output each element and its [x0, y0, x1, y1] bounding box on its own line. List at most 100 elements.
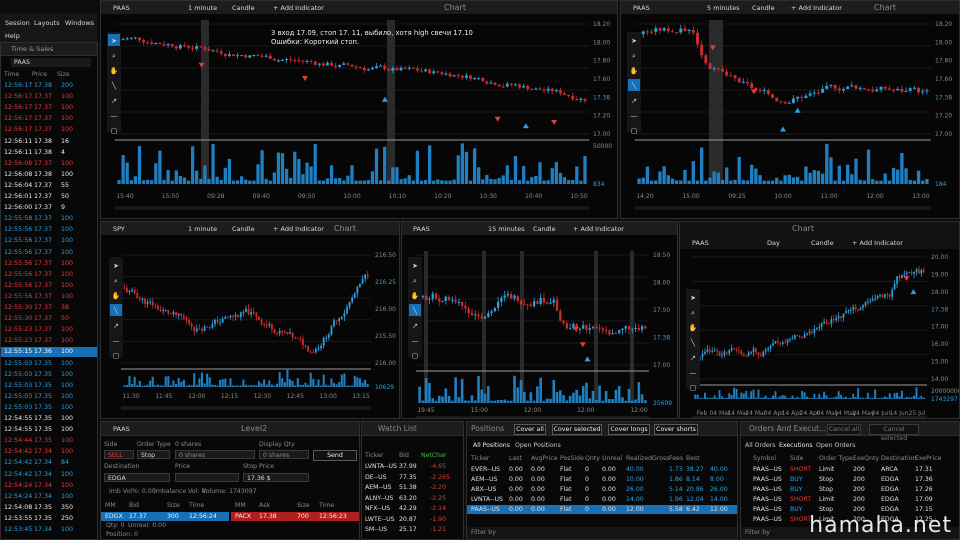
c1-tool-icon[interactable]: ╲: [111, 81, 117, 90]
cover-selected-button[interactable]: Cover selected: [552, 424, 602, 435]
c4-navigator[interactable]: [416, 416, 649, 419]
c5-tool-icon[interactable]: ✋: [689, 323, 698, 332]
c5-navigator[interactable]: [692, 416, 927, 419]
chart-3-canvas[interactable]: 216.50 216.25 216.00 215.50 216.00 10629 11:30…: [101, 235, 400, 419]
tab-open-orders[interactable]: Open Orders: [816, 442, 855, 449]
c2-navigator[interactable]: [635, 206, 931, 210]
chart-3-ticker[interactable]: SPY: [113, 225, 125, 233]
menu-windows[interactable]: Windows: [65, 19, 94, 27]
positions-row[interactable]: EVER--US 0.00 0.00 Flat 0 0.00 40.00 1.73 38.27 4…: [467, 465, 737, 474]
c1-tool-icon[interactable]: ⌕: [112, 52, 116, 60]
watchlist-row[interactable]: DE--US 77.35 -2.265: [362, 473, 463, 483]
watchlist-row[interactable]: AEM--US 51.38 -2.20: [362, 483, 463, 493]
c2-tool-icon[interactable]: ⌕: [632, 52, 636, 60]
chart-5-interval[interactable]: Day: [767, 239, 780, 247]
side-select[interactable]: SELL: [104, 450, 134, 459]
c5-tool-icon[interactable]: ╲: [690, 338, 696, 347]
c5-tool-icon[interactable]: ▢: [690, 384, 697, 392]
positions-filter[interactable]: Filter by: [467, 527, 737, 539]
orders-row[interactable]: PAAS--US BUY Stop 200 EDGA 17.36: [741, 475, 959, 484]
chart-5-add-indicator[interactable]: + Add Indicator: [852, 239, 903, 247]
chart-4-ticker[interactable]: PAAS: [413, 225, 430, 233]
chart-5-ticker[interactable]: PAAS: [692, 239, 709, 247]
watchlist-row[interactable]: LWTE--US 20.87 -1.90: [362, 515, 463, 525]
c3-tool-icon[interactable]: —: [113, 337, 120, 345]
c1-navigator[interactable]: [115, 206, 589, 210]
send-button[interactable]: Send: [313, 450, 357, 461]
cancel-all-button[interactable]: Cancel all: [827, 424, 861, 435]
order-type-select[interactable]: Stop: [137, 450, 170, 459]
display-qty-input[interactable]: 0 shares: [259, 450, 309, 459]
positions-row[interactable]: LVNTA--US 0.00 0.00 Flat 0 0.00 14.00 1.96 12.04…: [467, 495, 737, 504]
chart-1-add-indicator[interactable]: + Add Indicator: [273, 4, 324, 12]
c5-tool-icon[interactable]: —: [690, 369, 697, 377]
c3-tool-icon[interactable]: ▢: [113, 352, 120, 360]
orders-row[interactable]: PAAS--US SHORT Limit 200 EDGA 17.09: [741, 495, 959, 504]
menu-layouts[interactable]: Layouts: [34, 19, 59, 27]
chart-5-type[interactable]: Candle: [811, 239, 834, 247]
c3-tool-icon[interactable]: ➤: [113, 262, 119, 270]
chart-3-interval[interactable]: 1 minute: [188, 225, 217, 233]
destination-select[interactable]: EDGA: [104, 473, 170, 482]
cover-all-button[interactable]: Cover all: [514, 424, 546, 435]
c2-tool-icon[interactable]: ▢: [631, 127, 638, 135]
c5-tool-icon[interactable]: ↗: [690, 354, 696, 362]
chart-1-interval[interactable]: 1 minute: [188, 4, 217, 12]
c1-tool-icon[interactable]: —: [111, 112, 118, 120]
c1-tool-icon[interactable]: ✋: [110, 66, 119, 75]
menu-session[interactable]: Session: [5, 19, 30, 27]
positions-row[interactable]: AEM--US 0.00 0.00 Flat 0 0.00 10.00 1.86 8.14 8.0…: [467, 475, 737, 484]
chart-2-type[interactable]: Candle: [752, 4, 775, 12]
menu-help[interactable]: Help: [5, 32, 20, 40]
c1-tool-icon[interactable]: ▢: [111, 127, 118, 135]
price-input[interactable]: [175, 473, 239, 482]
orders-row[interactable]: PAAS--US BUY Stop 200 EDGA 17.26: [741, 485, 959, 494]
orders-row[interactable]: PAAS--US SHORT Limit 200 ARCA 17.31: [741, 465, 959, 474]
c4-tool-icon[interactable]: ✋: [411, 291, 420, 300]
c5-tool-icon[interactable]: ⌕: [691, 309, 695, 317]
bid-row[interactable]: EDGX 17.37 300 12:56:24: [101, 512, 229, 521]
c2-tool-icon[interactable]: ↗: [631, 97, 637, 105]
tab-open-positions[interactable]: Open Positions: [515, 442, 561, 449]
qty-input[interactable]: 0 shares: [175, 450, 255, 459]
c3-tool-icon[interactable]: ✋: [112, 291, 121, 300]
cover-shorts-button[interactable]: Cover shorts: [654, 424, 698, 435]
chart-2-interval[interactable]: 5 minutes: [707, 4, 740, 12]
chart-5-canvas[interactable]: 20.00 19.00 18.00 17.38 17.00 16.00 15.00 14.00…: [680, 249, 960, 419]
c4-tool-icon[interactable]: ╲: [412, 306, 418, 315]
c1-tool-icon[interactable]: ➤: [111, 37, 117, 45]
level2-ticker[interactable]: PAAS: [113, 425, 130, 433]
positions-row[interactable]: ABX--US 0.00 0.00 Flat 0 0.00 26.00 5.14 20.86 26…: [467, 485, 737, 494]
watchlist-row[interactable]: LVNTA--US 37.99 -4.65: [362, 462, 463, 472]
c4-tool-icon[interactable]: —: [412, 337, 419, 345]
cover-longs-button[interactable]: Cover longs: [608, 424, 650, 435]
positions-row[interactable]: PAAS--US 0.00 0.00 Flat 0 0.00 12.00 5.58 6.42 12…: [467, 505, 737, 514]
watchlist-row[interactable]: SM--US 25.17 -1.21: [362, 525, 463, 535]
tab-all-orders[interactable]: All Orders: [745, 442, 775, 449]
watchlist-row[interactable]: ALNY--US 63.20 -2.25: [362, 494, 463, 504]
c4-tool-icon[interactable]: ⌕: [413, 277, 417, 285]
c3-navigator[interactable]: [121, 406, 371, 410]
watchlist-row[interactable]: NFX--US 42.29 -2.14: [362, 504, 463, 514]
c2-tool-icon[interactable]: —: [631, 112, 638, 120]
c2-tool-icon[interactable]: ➤: [631, 37, 637, 45]
chart-4-add-indicator[interactable]: + Add Indicator: [573, 225, 624, 233]
chart-2-add-indicator[interactable]: + Add Indicator: [791, 4, 842, 12]
c3-tool-icon[interactable]: ↗: [113, 322, 119, 330]
c3-tool-icon[interactable]: ╲: [113, 306, 119, 315]
c3-tool-icon[interactable]: ⌕: [114, 277, 118, 285]
stop-price-input[interactable]: 17.36 $: [243, 473, 309, 482]
c1-tool-icon[interactable]: ↗: [111, 97, 117, 105]
chart-3-add-indicator[interactable]: + Add Indicator: [273, 225, 324, 233]
ask-row[interactable]: PACX 17.38 700 12:56:23: [231, 512, 359, 521]
c5-tool-icon[interactable]: ➤: [690, 294, 696, 302]
c2-tool-icon[interactable]: ╲: [631, 81, 637, 90]
c4-tool-icon[interactable]: ➤: [412, 262, 418, 270]
chart-4-canvas[interactable]: 18.50 18.00 17.50 17.38 17.00 25609 19:45 15:00…: [402, 235, 678, 419]
c2-tool-icon[interactable]: ✋: [630, 66, 639, 75]
chart-2-ticker[interactable]: PAAS: [633, 4, 650, 12]
cancel-selected-button[interactable]: Cancel selected: [869, 424, 919, 442]
tab-executions[interactable]: Executions: [779, 442, 813, 449]
c4-tool-icon[interactable]: ▢: [412, 352, 419, 360]
chart-1-type[interactable]: Candle: [232, 4, 255, 12]
